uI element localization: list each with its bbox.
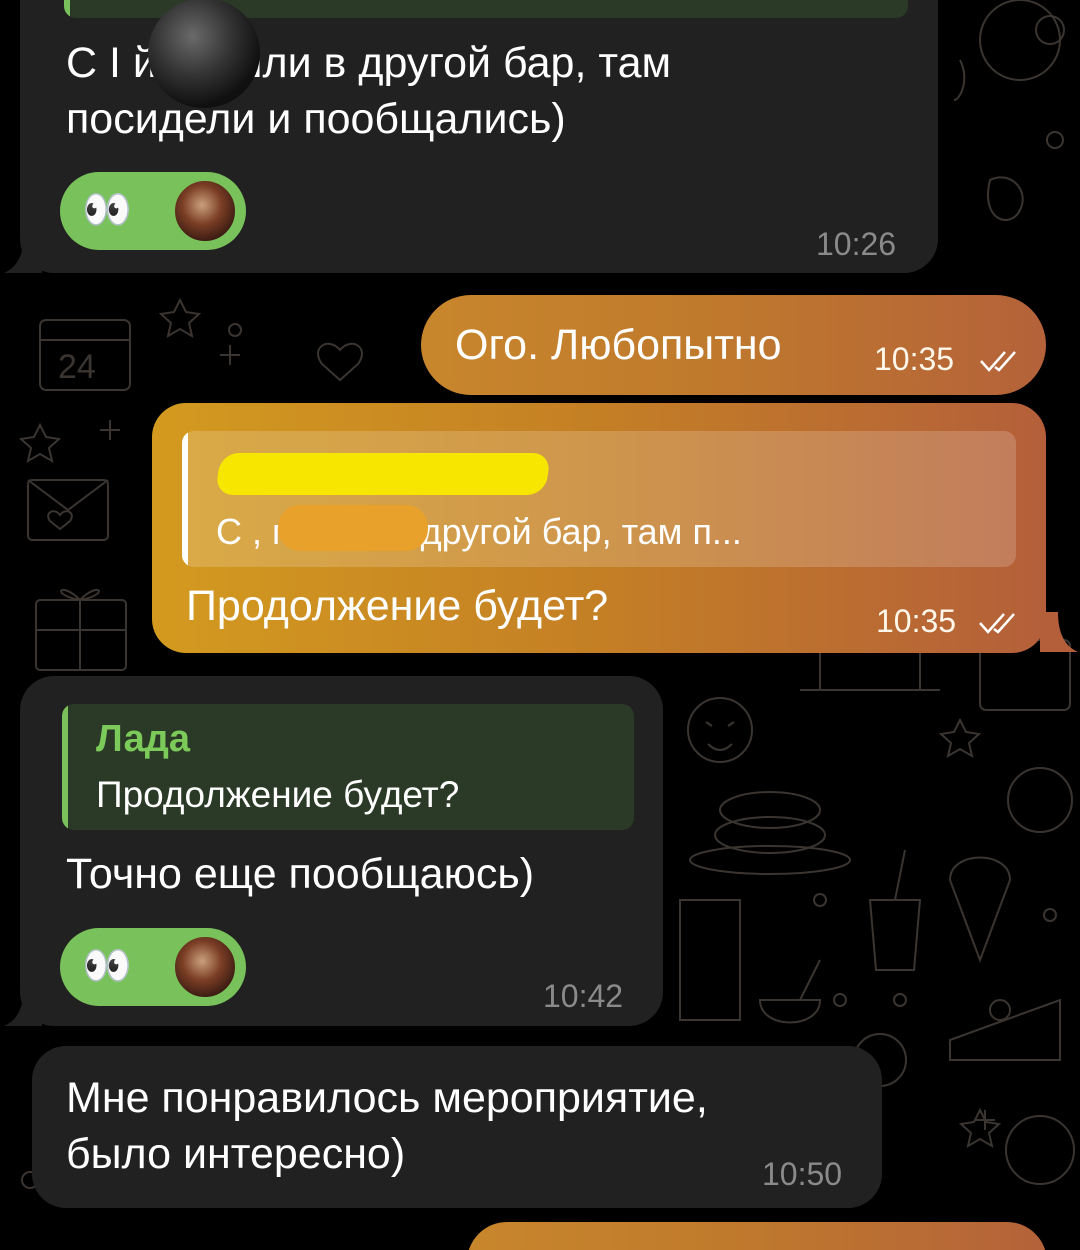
message-text: Точно еще пообщаюсь): [66, 850, 535, 898]
message-time: 10:42: [543, 978, 624, 1014]
message-time: 10:26: [816, 226, 897, 262]
eyes-emoji-icon: 👀: [82, 944, 132, 988]
bubble-tail: [1040, 612, 1078, 652]
reaction-avatar: [172, 934, 238, 1000]
message-bubble-incoming[interactable]: С I й, пошли в другой бар, там посидели …: [20, 0, 938, 273]
message-bubble-outgoing[interactable]: Ого. Любопытно 10:35: [421, 295, 1046, 395]
svg-text:24: 24: [58, 348, 96, 386]
message-bubble-incoming[interactable]: Лада Продолжение будет? Точно еще пообща…: [20, 676, 663, 1026]
reaction-chip[interactable]: 👀: [60, 172, 246, 250]
message-text: Ого. Любопытно: [455, 321, 782, 369]
reply-author: Лада: [96, 718, 190, 760]
message-bubble-outgoing[interactable]: С , пошли в другой бар, там п... Продолж…: [152, 403, 1046, 653]
censor-scribble: [278, 505, 428, 551]
message-time: 10:50: [762, 1156, 843, 1192]
message-time: 10:35: [876, 603, 957, 639]
reply-quote[interactable]: С , пошли в другой бар, там п...: [182, 431, 1016, 567]
censor-blur: [148, 0, 260, 108]
message-text-line: посидели и пообщались): [66, 95, 566, 143]
bubble-tail: [4, 233, 42, 273]
reply-text: Продолжение будет?: [96, 774, 460, 815]
reaction-avatar: [172, 178, 238, 244]
double-check-icon: [979, 613, 1015, 634]
bubble-tail: [4, 986, 42, 1026]
double-check-icon: [980, 351, 1016, 372]
message-bubble-incoming[interactable]: Мне понравилось мероприятие, было интере…: [32, 1046, 882, 1208]
eyes-emoji-icon: 👀: [82, 188, 132, 232]
censor-scribble: [215, 453, 551, 495]
message-bubble-outgoing-partial[interactable]: [467, 1222, 1047, 1250]
reaction-chip[interactable]: 👀: [60, 928, 246, 1006]
message-text: Продолжение будет?: [186, 582, 609, 630]
message-text-line: Мне понравилось мероприятие,: [66, 1074, 708, 1122]
message-time: 10:35: [874, 341, 955, 377]
message-text-line: было интересно): [66, 1130, 406, 1178]
reply-quote[interactable]: Лада Продолжение будет?: [62, 704, 634, 830]
